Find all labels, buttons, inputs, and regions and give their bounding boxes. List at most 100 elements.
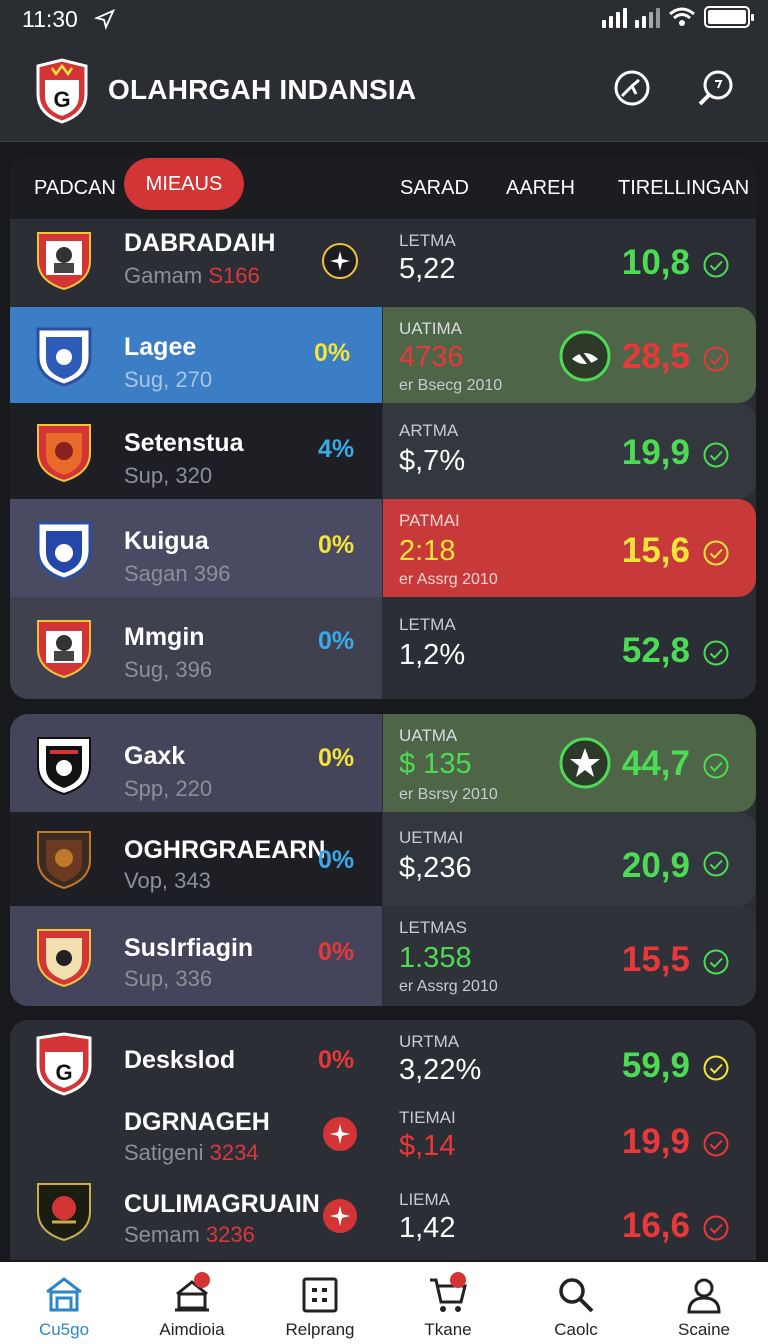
stat-value: $,14 (399, 1130, 456, 1162)
stat-label: LETMAS (399, 918, 468, 937)
notification-dot (194, 1272, 210, 1288)
score-value: 52,8 (621, 631, 690, 670)
match-row[interactable]: CULIMAGRUAIN Semam 3236 LIEMA 1,42 16,6 (10, 1178, 756, 1260)
team-badge-icon (37, 929, 91, 988)
stat-value: $,236 (399, 852, 472, 884)
nav-caolc[interactable]: Caolc (512, 1262, 640, 1344)
stat-value: 3,22% (399, 1054, 482, 1086)
stat-value: 5,22 (399, 253, 456, 285)
stat-note: er Bsecg 2010 (399, 377, 503, 394)
team-badge-icon (37, 424, 91, 483)
stat-label: LETMA (399, 615, 456, 634)
stat-label: URTMA (399, 1032, 460, 1051)
score-value: 10,8 (621, 243, 690, 282)
sport-ball-button[interactable] (612, 68, 652, 108)
home-icon (46, 1277, 82, 1312)
stat-label: UATMA (399, 726, 458, 745)
match-row[interactable]: G Deskslod 0% URTMA 3,22% 59,9 (10, 1020, 756, 1108)
team-badge-icon: G (36, 1032, 92, 1096)
matches-card-2: Gaxk Spp, 220 0% UATMA $ 135 er Bsrsy 20… (10, 714, 756, 1006)
cellular-signal-icon (602, 6, 627, 28)
team-subtitle: Sug, 270 (124, 367, 213, 392)
nav-label: Tkane (424, 1320, 472, 1339)
check-icon (703, 1055, 729, 1081)
team-name: Mmgin (124, 623, 205, 651)
match-row[interactable]: Setenstua Sup, 320 4% ARTMA $,7% 19,9 (10, 403, 756, 499)
stat-value: $ 135 (399, 748, 472, 780)
team-subtitle: Sup, 336 (124, 966, 213, 991)
tab-padcan[interactable]: PADCAN (34, 177, 116, 200)
team-badge-icon (37, 620, 91, 679)
check-icon (703, 346, 729, 372)
nav-relprang[interactable]: Relprang (256, 1262, 384, 1344)
check-icon (703, 949, 729, 975)
score-value: 19,9 (621, 433, 690, 472)
match-row[interactable]: Lagee Sug, 270 0% UATIMA 4736 er Bsecg 2… (10, 307, 756, 403)
match-row[interactable]: Suslrfiagin Sup, 336 0% LETMAS 1.358 er … (10, 906, 756, 1006)
team-name: Lagee (124, 333, 197, 361)
check-icon (703, 1131, 729, 1157)
nav-home[interactable]: Cu5go (0, 1262, 128, 1344)
lock-action-button[interactable] (558, 329, 612, 383)
stat-label: UATIMA (399, 319, 462, 338)
cellular-signal-2-icon (635, 6, 660, 28)
tab-sarad[interactable]: SARAD (400, 177, 469, 200)
tab-tirellingan[interactable]: TIRELLINGAN (618, 177, 749, 200)
check-icon (703, 442, 729, 468)
stat-value: 4736 (399, 341, 464, 373)
match-row[interactable]: DGRNAGEH Satigeni 3234 TIEMAI $,14 19,9 (10, 1108, 756, 1178)
bottom-nav: Cu5go Aimdioia Relprang Tkane Caolc Scai… (0, 1262, 768, 1344)
nav-aimdioia[interactable]: Aimdioia (128, 1262, 256, 1344)
nav-label: Cu5go (38, 1320, 90, 1339)
tab-aareh[interactable]: AAREH (506, 177, 575, 200)
nav-label: Caolc (554, 1320, 598, 1339)
score-value: 19,9 (621, 1122, 690, 1161)
team-name: Setenstua (124, 429, 244, 457)
team-badge-icon (36, 521, 92, 581)
team-name: Kuigua (124, 527, 209, 555)
stat-value: 2:18 (399, 535, 456, 567)
match-row[interactable]: DABRADAIH Gamam S166 LETMA 5,22 10,8 (10, 219, 756, 307)
score-value: 20,9 (621, 846, 690, 885)
stat-label: UETMAI (399, 828, 464, 847)
nav-scaine[interactable]: Scaine (640, 1262, 768, 1344)
team-name: Suslrfiagin (124, 934, 254, 962)
match-row[interactable]: OGHRGRAEARN Vop, 343 0% UETMAI $,236 20,… (10, 812, 756, 906)
favorite-star-button[interactable] (558, 736, 612, 790)
tab-bar: PADCAN MIEAUS SARAD AAREH TIRELLINGAN (10, 157, 756, 219)
check-icon (703, 640, 729, 666)
score-value: 28,5 (621, 337, 690, 376)
location-arrow-icon (94, 8, 116, 30)
score-value: 59,9 (621, 1046, 690, 1085)
burst-icon (323, 1199, 357, 1233)
profile-icon (687, 1278, 721, 1314)
stat-label: ARTMA (399, 421, 459, 440)
team-name: Deskslod (124, 1046, 236, 1074)
stat-value: 1.358 (399, 942, 472, 974)
app-header: G OLAHRGAH INDANSIA (0, 40, 768, 142)
team-badge-icon (37, 232, 91, 291)
star-burst-icon (322, 243, 358, 279)
team-badge-icon (37, 1183, 91, 1242)
search-icon (559, 1278, 594, 1313)
status-time: 11:30 (22, 6, 78, 32)
team-name: Gaxk (124, 742, 186, 770)
app-title: OLAHRGAH INDANSIA (108, 74, 417, 105)
nav-label: Scaine (678, 1320, 730, 1339)
match-row[interactable]: Kuigua Sagan 396 0% PATMAI 2:18 er Assrg… (10, 499, 756, 597)
team-subtitle: Sug, 396 (124, 657, 213, 682)
tab-mieaus-active[interactable]: MIEAUS (124, 158, 244, 210)
nav-tkane[interactable]: Tkane (384, 1262, 512, 1344)
matches-card-1: PADCAN MIEAUS SARAD AAREH TIRELLINGAN DA… (10, 157, 756, 699)
match-row[interactable]: Gaxk Spp, 220 0% UATMA $ 135 er Bsrsy 20… (10, 714, 756, 812)
stat-note: er Bsrsy 2010 (399, 786, 498, 803)
stat-value: 1,2% (399, 639, 466, 671)
match-row[interactable]: Mmgin Sug, 396 0% LETMA 1,2% 52,8 (10, 597, 756, 699)
nav-label: Relprang (285, 1320, 355, 1339)
team-subtitle: Semam 3236 (124, 1222, 255, 1247)
score-value: 15,6 (621, 531, 690, 570)
search-button[interactable] (696, 68, 736, 108)
team-subtitle: Sup, 320 (124, 463, 213, 488)
team-name: OGHRGRAEARN (124, 836, 326, 864)
matches-card-3: G Deskslod 0% URTMA 3,22% 59,9 DGRNAGEH … (10, 1020, 756, 1260)
